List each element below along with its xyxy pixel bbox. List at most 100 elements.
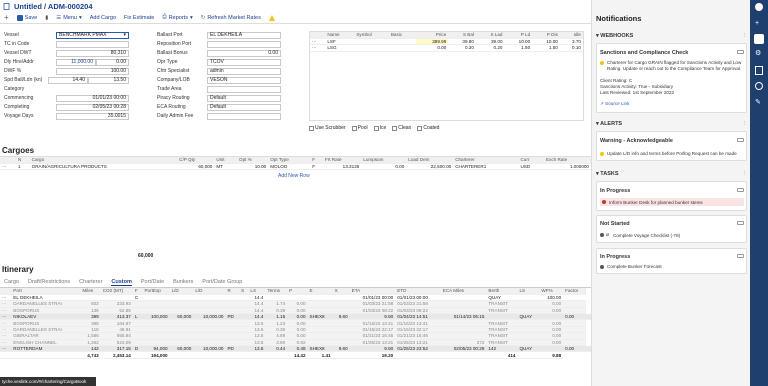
add-cargo-button[interactable]: Add Cargo xyxy=(90,15,116,21)
collapse-icon[interactable] xyxy=(737,188,744,192)
title-text[interactable]: Untitled xyxy=(14,2,42,11)
cargo-cell[interactable]: USD xyxy=(518,163,544,171)
tc-in-field[interactable] xyxy=(56,40,129,48)
trade-area-field[interactable] xyxy=(207,85,281,93)
ballast-bonus-field[interactable]: 0.00 xyxy=(207,49,281,57)
status-bar: tyche.veslink.com/#/chartering/CargoBook xyxy=(0,377,96,386)
task-text[interactable]: Inform Bunker Desk for planned bunker st… xyxy=(609,200,703,205)
list-icon[interactable] xyxy=(755,66,763,75)
bunker-cell[interactable]: 0.10 xyxy=(559,44,583,52)
tab-port-date[interactable]: Port/Date xyxy=(141,279,164,286)
option-checkbox[interactable]: Clean xyxy=(392,125,411,131)
plus-icon[interactable]: + xyxy=(755,20,759,27)
bunker-row[interactable]: ··· LSG 0.00 0.20 0.20 1.50 1.50 0.10 xyxy=(310,44,583,52)
drag-handle-icon[interactable]: ⋮ xyxy=(742,121,748,127)
tasks-header[interactable]: ▾ TASKS xyxy=(596,171,619,177)
bunker-cell[interactable] xyxy=(388,44,417,52)
collapse-icon[interactable] xyxy=(737,221,744,225)
cargo-cell[interactable]: MT xyxy=(214,163,238,171)
bunker-cell[interactable]: 1.50 xyxy=(504,44,533,52)
drag-handle-icon[interactable]: ⋮ xyxy=(742,33,748,39)
alerts-header[interactable]: ▾ ALERTS xyxy=(596,121,622,127)
tab-custom[interactable]: Custom xyxy=(111,279,132,286)
task-text[interactable]: Complete Voyage Checklist (-78) xyxy=(613,233,680,238)
company-field[interactable]: VESON xyxy=(207,76,281,84)
checkbox-icon[interactable] xyxy=(373,125,379,131)
opr-type-field[interactable]: TCOV xyxy=(207,58,281,66)
row-menu-icon[interactable]: ··· xyxy=(0,163,16,171)
tab-cargo[interactable]: Cargo xyxy=(4,279,19,286)
checkbox-icon[interactable] xyxy=(309,125,314,131)
collapse-icon[interactable] xyxy=(737,138,744,142)
tab-charterer[interactable]: Charterer xyxy=(79,279,102,286)
bunker-cell[interactable]: 0.20 xyxy=(475,44,505,52)
edit-icon[interactable]: ✎ xyxy=(755,98,761,106)
drag-handle-icon[interactable]: ⋮ xyxy=(742,171,748,177)
warning-icon[interactable] xyxy=(268,14,275,21)
cargo-cell[interactable]: F xyxy=(310,163,323,171)
speed-ballast-field[interactable]: 14.40 xyxy=(48,76,88,84)
admin-fee-field[interactable] xyxy=(207,112,281,120)
globe-icon[interactable] xyxy=(755,3,763,11)
fix-estimate-button[interactable]: Fix Estimate xyxy=(124,15,154,21)
option-checkbox[interactable]: Use Scrubber xyxy=(309,125,346,131)
option-checkbox[interactable]: Coated xyxy=(417,125,439,131)
delete-button[interactable]: ▮ xyxy=(45,15,48,21)
collapse-icon[interactable] xyxy=(737,50,744,54)
webhooks-header[interactable]: ▾ WEBHOOKS xyxy=(596,33,633,39)
option-checkbox[interactable]: Ice xyxy=(373,125,386,131)
task-status: Not Started xyxy=(600,221,630,227)
bunker-cell[interactable]: 1.50 xyxy=(532,44,560,52)
itinerary-cell[interactable]: 0.00 xyxy=(563,345,586,353)
gear-icon[interactable]: ⚙ xyxy=(755,49,761,57)
bunker-cell[interactable] xyxy=(354,44,389,52)
bell-icon[interactable] xyxy=(754,34,764,44)
menu-button[interactable]: ☰ Menu ▾ xyxy=(56,15,81,21)
eca-routing-field[interactable]: Default xyxy=(207,103,281,111)
cargo-cell[interactable]: 10.00 xyxy=(237,163,269,171)
cargo-cell[interactable]: 1.000000 xyxy=(543,163,591,171)
dashboard-icon[interactable] xyxy=(755,82,763,90)
cargo-cell[interactable]: 22,500.00 xyxy=(406,163,454,171)
tab-port-date-group[interactable]: Port/Date Group xyxy=(202,279,242,286)
save-button[interactable]: Save xyxy=(16,14,37,21)
row-menu-icon[interactable]: ··· xyxy=(310,44,326,52)
ballast-port-field[interactable]: EL DEKHEILA xyxy=(207,31,281,39)
completing-field[interactable]: 02/05/23 00:28 xyxy=(56,103,129,111)
hire-addr-field[interactable]: 0.00 xyxy=(96,58,129,66)
cargo-cell[interactable]: 60,000 xyxy=(177,163,215,171)
dwf-field[interactable]: 100.00 xyxy=(56,67,129,75)
add-new-row-link[interactable]: Add New Row xyxy=(278,173,310,179)
bunker-cell[interactable]: 0.00 xyxy=(416,44,449,52)
bunker-cell[interactable]: 0.20 xyxy=(448,44,476,52)
cargo-row[interactable]: ··· 1 GRAIN/AGRICULTURA PRODUCTS 60,000 MT 10… xyxy=(0,163,591,171)
tab-draft-restrictions[interactable]: Draft/Restrictions xyxy=(28,279,70,286)
cargo-cell[interactable]: MOLOO xyxy=(268,163,311,171)
add-button[interactable]: + xyxy=(4,13,9,22)
vessel-dwt-field[interactable]: 80,310 xyxy=(56,49,129,57)
reports-button[interactable]: ⎙ Reports ▾ xyxy=(162,14,192,21)
option-checkbox[interactable]: Pool xyxy=(351,125,368,131)
tab-bunkers[interactable]: Bunkers xyxy=(173,279,193,286)
checkbox-icon[interactable] xyxy=(351,125,357,131)
bunker-cell[interactable]: LSG xyxy=(325,44,355,52)
task-text[interactable]: Complete Bunker Forecast xyxy=(607,264,662,269)
source-link[interactable]: ↗ Source Link xyxy=(600,101,629,107)
vessel-select[interactable]: BENCHMARK PMAX ▾ xyxy=(56,31,129,39)
commencing-field[interactable]: 01/01/23 00:00 xyxy=(56,94,129,102)
cargo-cell[interactable]: GRAIN/AGRICULTURA PRODUCTS xyxy=(29,163,178,171)
collapse-icon[interactable] xyxy=(737,254,744,258)
chtr-specialist-field[interactable]: admin xyxy=(207,67,281,75)
refresh-market-rates-button[interactable]: ↻ Refresh Market Rates xyxy=(201,15,261,21)
reposition-port-field[interactable] xyxy=(207,40,281,48)
cargo-cell[interactable]: 1 xyxy=(16,163,30,171)
checkbox-icon[interactable] xyxy=(417,125,423,131)
commencing-label: Commencing xyxy=(4,95,34,101)
piracy-routing-field[interactable]: Default xyxy=(207,94,281,102)
speed-laden-field[interactable]: 13.50 xyxy=(88,76,129,84)
hire-field[interactable]: 11,000.00 xyxy=(56,58,96,66)
cargo-cell[interactable]: 0.00 xyxy=(361,163,407,171)
checkbox-icon[interactable] xyxy=(392,125,398,131)
cargo-cell[interactable]: 13.3135 xyxy=(322,163,362,171)
cargo-cell[interactable]: CHARTERER1 xyxy=(453,163,519,171)
